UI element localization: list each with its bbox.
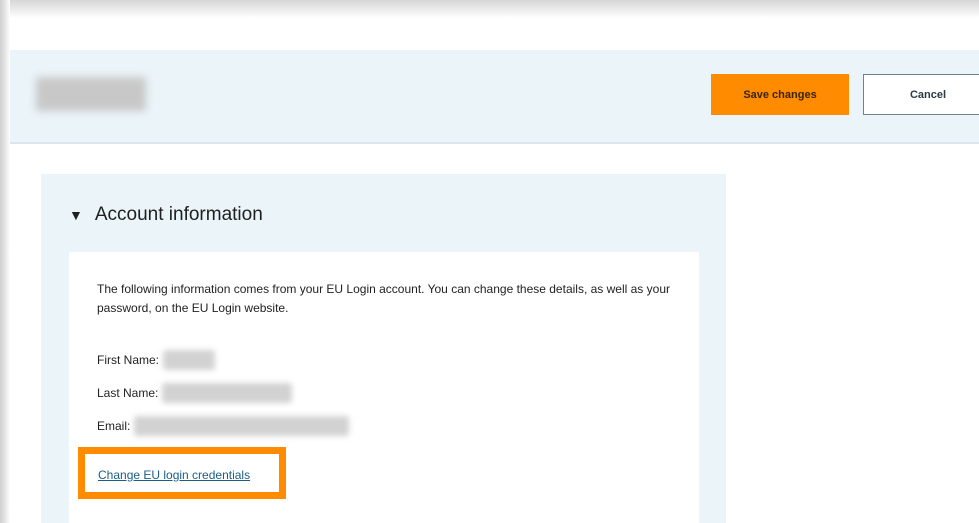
change-eu-login-credentials-link[interactable]: Change EU login credentials xyxy=(98,468,250,482)
account-intro-text: The following information comes from you… xyxy=(97,282,670,315)
email-value-redacted xyxy=(134,416,350,436)
save-changes-button[interactable]: Save changes xyxy=(711,74,849,115)
first-name-value-redacted xyxy=(163,350,216,370)
frame-shadow-left xyxy=(0,0,10,523)
cancel-button[interactable]: Cancel xyxy=(863,74,979,115)
last-name-value-redacted xyxy=(162,383,293,403)
first-name-label: First Name: xyxy=(97,353,160,367)
email-label: Email: xyxy=(97,419,131,433)
email-row: Email: xyxy=(97,416,350,436)
screenshot-frame: Save changes Cancel ▼ Account informatio… xyxy=(0,0,979,523)
last-name-row: Last Name: xyxy=(97,383,293,403)
page-header: Save changes Cancel xyxy=(10,50,979,144)
panel-title: Account information xyxy=(94,204,263,225)
account-information-toggle[interactable]: ▼ Account information xyxy=(69,204,263,226)
account-information-panel: ▼ Account information The following info… xyxy=(41,174,726,523)
caret-down-icon: ▼ xyxy=(69,207,83,223)
last-name-label: Last Name: xyxy=(97,386,159,400)
page-title-redacted xyxy=(36,77,146,111)
account-details-card: The following information comes from you… xyxy=(69,252,699,523)
first-name-row: First Name: xyxy=(97,350,216,370)
frame-shadow-top xyxy=(0,0,979,18)
